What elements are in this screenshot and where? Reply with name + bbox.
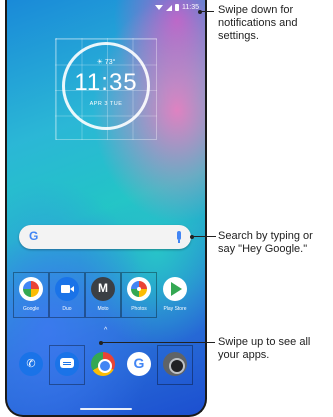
app-moto[interactable]: M Moto xyxy=(88,277,118,312)
chrome-icon xyxy=(91,352,115,376)
duo-icon xyxy=(55,277,79,301)
navigation-handle[interactable] xyxy=(80,408,132,410)
wifi-icon xyxy=(155,5,163,10)
callout-line xyxy=(192,236,216,237)
chevron-up-icon[interactable]: ^ xyxy=(104,327,107,334)
play-store-icon xyxy=(163,277,187,301)
clock-weather: ☀ 73° xyxy=(96,59,116,66)
app-google[interactable]: Google xyxy=(16,277,46,312)
camera-icon xyxy=(163,352,187,376)
status-time: 11:35 xyxy=(182,4,199,11)
app-photos[interactable]: Photos xyxy=(124,277,154,312)
google-icon: G xyxy=(127,352,151,376)
phone-icon: ✆ xyxy=(19,352,43,376)
app-label: Google xyxy=(22,306,40,312)
dock-phone[interactable]: ✆ xyxy=(16,352,46,376)
callout-apps: Swipe up to see all your apps. xyxy=(218,336,311,361)
google-search-bar[interactable]: G xyxy=(19,225,191,249)
clock-time: 11:35 xyxy=(74,69,138,96)
app-label: Duo xyxy=(62,306,72,312)
callout-notifications: Swipe down for notifications and setting… xyxy=(218,4,298,42)
dock-chrome[interactable] xyxy=(88,352,118,376)
battery-icon xyxy=(175,4,179,11)
google-logo-icon: G xyxy=(29,229,39,243)
google-folder-icon xyxy=(19,277,43,301)
app-play-store[interactable]: Play Store xyxy=(160,277,190,312)
signal-icon xyxy=(166,4,172,11)
dock-google[interactable]: G xyxy=(124,352,154,376)
clock-date: APR 3 TUE xyxy=(89,101,123,107)
photos-icon xyxy=(127,277,151,301)
dock-camera[interactable] xyxy=(160,352,190,376)
app-label: Photos xyxy=(131,306,147,312)
status-bar[interactable]: 11:35 xyxy=(155,4,199,11)
callout-search: Search by typing or say "Hey Google." xyxy=(218,230,313,255)
app-label: Moto xyxy=(97,306,109,312)
callout-line xyxy=(200,11,214,12)
messages-icon xyxy=(55,352,79,376)
dock-messages[interactable] xyxy=(52,352,82,376)
moto-icon: M xyxy=(91,277,115,301)
app-label: Play Store xyxy=(163,306,187,312)
phone-screen: 11:35 ☀ 73° 11:35 APR 3 TUE G Google Duo… xyxy=(5,0,207,417)
callout-line xyxy=(101,342,215,343)
microphone-icon[interactable] xyxy=(177,231,181,243)
app-duo[interactable]: Duo xyxy=(52,277,82,312)
